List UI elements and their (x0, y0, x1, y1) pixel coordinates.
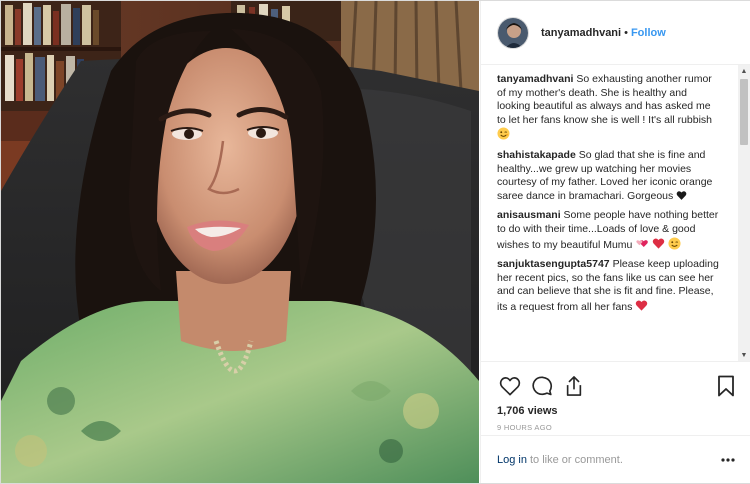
comments-list[interactable]: tanyamadhvani So exhausting another rumo… (481, 65, 750, 361)
like-heart-icon[interactable] (497, 373, 523, 399)
login-link[interactable]: Log in (497, 454, 527, 466)
post-timestamp[interactable]: 9 HOURS AGO (497, 423, 739, 432)
bookmark-icon[interactable] (713, 373, 739, 399)
comment-item: tanyamadhvani So exhausting another rumo… (497, 73, 721, 143)
scroll-up-arrow-icon[interactable]: ▲ (738, 65, 750, 77)
post-video[interactable] (1, 1, 479, 483)
follow-button[interactable]: Follow (631, 27, 666, 39)
red-heart-icon (636, 300, 648, 311)
scrollbar-thumb[interactable] (740, 79, 748, 145)
login-bar: Log in to like or comment. (481, 435, 750, 483)
comment-item: shahistakapade So glad that she is fine … (497, 149, 721, 203)
comment-username[interactable]: shahistakapade (497, 149, 576, 161)
avatar[interactable] (497, 16, 529, 49)
comment-bubble-icon[interactable] (529, 373, 555, 399)
login-prompt-text: to like or comment. (529, 453, 623, 466)
comment-username[interactable]: tanyamadhvani (497, 73, 573, 85)
more-options-icon[interactable] (721, 457, 735, 462)
comment-item: sanjuktasengupta5747 Please keep uploadi… (497, 258, 721, 314)
wink-face-icon (668, 236, 681, 250)
instagram-post: tanyamadhvani • Follow tanyamadhvani So … (0, 0, 750, 484)
scroll-down-arrow-icon[interactable]: ▼ (738, 349, 750, 361)
view-count[interactable]: 1,706 views (497, 405, 739, 417)
separator-dot: • (624, 26, 628, 39)
wink-face-icon (497, 127, 510, 140)
video-frame-image (1, 1, 479, 483)
comment-username[interactable]: anisausmani (497, 209, 561, 221)
two-hearts-icon (636, 239, 649, 247)
post-sidebar: tanyamadhvani • Follow tanyamadhvani So … (480, 1, 750, 483)
comments-scrollbar[interactable]: ▲ ▼ (738, 65, 750, 361)
black-heart-icon (676, 190, 687, 200)
post-actions: 1,706 views 9 HOURS AGO (481, 361, 750, 435)
comment-item: anisausmani Some people have nothing bet… (497, 209, 721, 252)
post-header: tanyamadhvani • Follow (481, 1, 750, 65)
red-heart-icon (653, 237, 665, 249)
share-icon[interactable] (561, 373, 587, 399)
comment-username[interactable]: sanjuktasengupta5747 (497, 258, 610, 270)
post-author-username[interactable]: tanyamadhvani (541, 27, 621, 39)
